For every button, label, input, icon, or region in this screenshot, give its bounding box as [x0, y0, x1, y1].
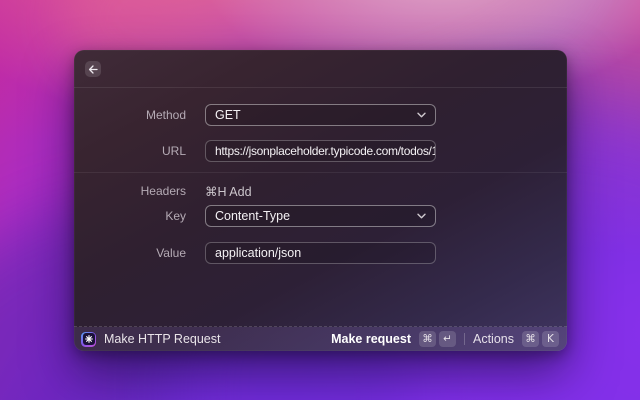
actions-label: Actions: [473, 332, 514, 346]
value-label: Value: [156, 246, 186, 260]
add-header-action[interactable]: ⌘H Add: [205, 184, 252, 199]
headers-label: Headers: [140, 184, 186, 198]
url-row: URL https://jsonplaceholder.typicode.com…: [74, 140, 567, 162]
method-label: Method: [145, 108, 186, 122]
make-request-button[interactable]: Make request ⌘ ↵: [331, 331, 456, 347]
request-form: Method GET URL https://jsonplaceholder.t…: [74, 88, 567, 326]
headers-row: Headers ⌘H Add: [74, 183, 567, 199]
k-key-icon: K: [542, 331, 559, 347]
command-key-icon: ⌘: [522, 331, 539, 347]
chevron-down-icon: [417, 213, 426, 219]
footer-separator: [464, 333, 465, 345]
value-value: application/json: [215, 246, 302, 260]
header-key-row: Key Content-Type: [74, 205, 567, 227]
header-key-dropdown[interactable]: Content-Type: [205, 205, 436, 227]
back-button[interactable]: [85, 61, 101, 77]
window-header: [74, 50, 567, 87]
url-value: https://jsonplaceholder.typicode.com/tod…: [215, 144, 436, 158]
make-request-label: Make request: [331, 332, 411, 346]
actions-menu-button[interactable]: Actions ⌘ K: [473, 331, 559, 347]
left-arrow-icon: [88, 64, 98, 74]
action-bar: Make HTTP Request Make request ⌘ ↵ Actio…: [74, 327, 567, 351]
header-value-input[interactable]: application/json: [205, 242, 436, 264]
section-divider: [74, 172, 567, 173]
method-value: GET: [215, 108, 241, 122]
extension-asterisk-icon: [81, 331, 96, 347]
command-title: Make HTTP Request: [104, 332, 221, 346]
footer-actions: Make request ⌘ ↵ Actions ⌘ K: [331, 331, 559, 347]
return-key-icon: ↵: [439, 331, 456, 347]
http-request-window: Method GET URL https://jsonplaceholder.t…: [74, 50, 567, 351]
chevron-down-icon: [417, 112, 426, 118]
key-value: Content-Type: [215, 209, 291, 223]
desktop: Method GET URL https://jsonplaceholder.t…: [0, 0, 640, 400]
method-dropdown[interactable]: GET: [205, 104, 436, 126]
header-value-row: Value application/json: [74, 242, 567, 264]
url-label: URL: [161, 144, 186, 158]
url-input[interactable]: https://jsonplaceholder.typicode.com/tod…: [205, 140, 436, 162]
key-label: Key: [165, 209, 186, 223]
command-key-icon: ⌘: [419, 331, 436, 347]
method-row: Method GET: [74, 104, 567, 126]
